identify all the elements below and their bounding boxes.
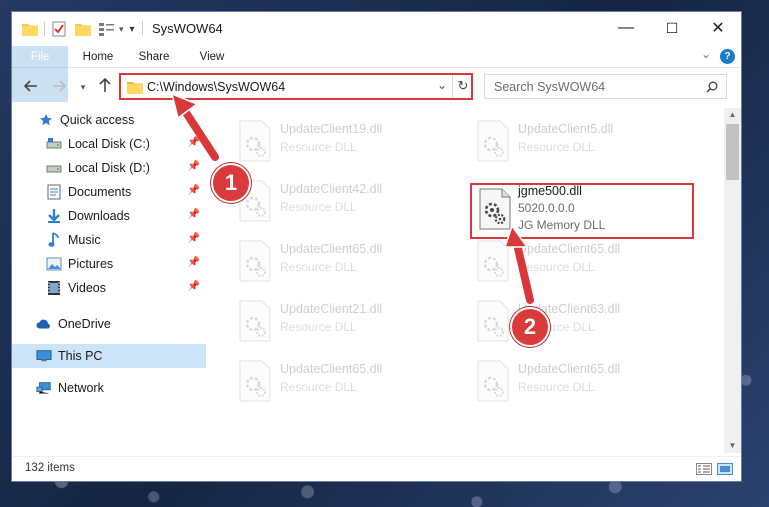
arrow-2 (513, 240, 534, 304)
annotation-arrows (170, 92, 534, 304)
arrow-2-head (503, 224, 529, 248)
step-1-badge: 1 (211, 163, 251, 203)
arrow-1 (179, 104, 219, 161)
step-2-badge: 2 (510, 307, 550, 347)
